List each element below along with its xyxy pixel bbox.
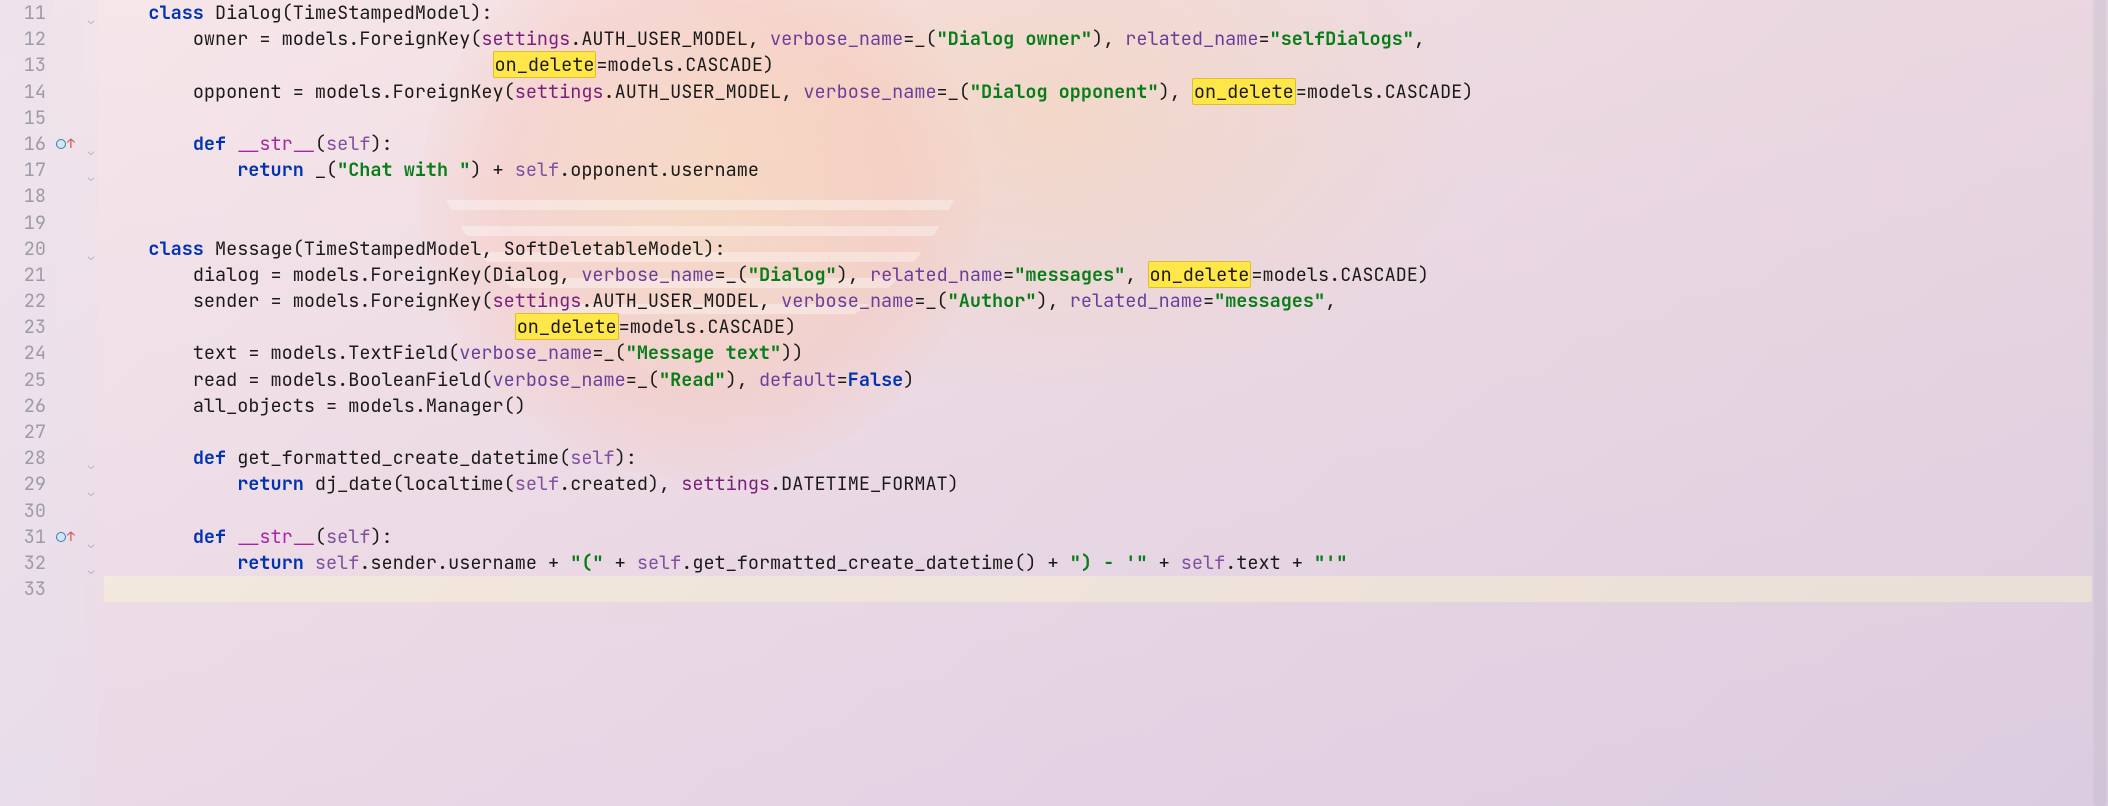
code-line[interactable]: return _("Chat with ") + self.opponent.u… — [104, 157, 2092, 183]
line-number: 30 — [0, 498, 46, 524]
line-number: 23 — [0, 314, 46, 340]
code-area[interactable]: class Dialog(TimeStampedModel): owner = … — [98, 0, 2092, 806]
code-editor[interactable]: 1112131415161718192021222324252627282930… — [0, 0, 2108, 806]
line-number: 33 — [0, 576, 46, 602]
fold-toggle-icon[interactable]: ⌄ — [86, 165, 96, 175]
override-marker-icon[interactable]: ↑ — [56, 135, 80, 153]
code-line[interactable]: on_delete=models.CASCADE) — [104, 52, 2092, 78]
code-line[interactable]: return self.sender.username + "(" + self… — [104, 550, 2092, 576]
code-line[interactable]: on_delete=models.CASCADE) — [104, 314, 2092, 340]
line-number-gutter[interactable]: 1112131415161718192021222324252627282930… — [0, 0, 54, 806]
line-number: 28 — [0, 445, 46, 471]
line-number: 17 — [0, 157, 46, 183]
fold-toggle-icon[interactable]: ⌄ — [86, 244, 96, 254]
code-line[interactable]: owner = models.ForeignKey(settings.AUTH_… — [104, 26, 2092, 52]
line-number: 12 — [0, 26, 46, 52]
code-line[interactable]: read = models.BooleanField(verbose_name=… — [104, 367, 2092, 393]
code-line[interactable]: def get_formatted_create_datetime(self): — [104, 445, 2092, 471]
code-line[interactable]: class Message(TimeStampedModel, SoftDele… — [104, 236, 2092, 262]
code-line[interactable]: def __str__(self): — [104, 524, 2092, 550]
fold-toggle-icon[interactable]: ⌄ — [86, 532, 96, 542]
code-line[interactable]: sender = models.ForeignKey(settings.AUTH… — [104, 288, 2092, 314]
code-line[interactable] — [104, 105, 2092, 131]
code-line[interactable]: return dj_date(localtime(self.created), … — [104, 471, 2092, 497]
line-number: 26 — [0, 393, 46, 419]
code-line[interactable]: def __str__(self): — [104, 131, 2092, 157]
line-number: 20 — [0, 236, 46, 262]
line-number: 15 — [0, 105, 46, 131]
line-number: 13 — [0, 52, 46, 78]
fold-toggle-icon[interactable]: ⌄ — [86, 558, 96, 568]
line-number: 14 — [0, 79, 46, 105]
line-number: 32 — [0, 550, 46, 576]
line-number: 22 — [0, 288, 46, 314]
vertical-scrollbar[interactable] — [2092, 0, 2108, 806]
line-number: 29 — [0, 471, 46, 497]
fold-toggle-icon[interactable]: ⌄ — [86, 453, 96, 463]
code-line[interactable]: opponent = models.ForeignKey(settings.AU… — [104, 79, 2092, 105]
line-number: 24 — [0, 340, 46, 366]
line-number: 16 — [0, 131, 46, 157]
code-line[interactable] — [104, 576, 2092, 602]
fold-toggle-icon[interactable]: ⌄ — [86, 8, 96, 18]
code-line[interactable]: dialog = models.ForeignKey(Dialog, verbo… — [104, 262, 2092, 288]
line-number: 27 — [0, 419, 46, 445]
search-highlight: on_delete — [1148, 261, 1252, 288]
line-number: 11 — [0, 0, 46, 26]
line-number: 21 — [0, 262, 46, 288]
fold-toggle-icon[interactable]: ⌄ — [86, 139, 96, 149]
override-marker-icon[interactable]: ↑ — [56, 528, 80, 546]
line-number: 19 — [0, 210, 46, 236]
line-number: 31 — [0, 524, 46, 550]
code-line[interactable]: all_objects = models.Manager() — [104, 393, 2092, 419]
code-line[interactable]: class Dialog(TimeStampedModel): — [104, 0, 2092, 26]
fold-toggle-icon[interactable]: ⌄ — [86, 480, 96, 490]
code-line[interactable] — [104, 498, 2092, 524]
search-highlight: on_delete — [493, 51, 597, 78]
marker-gutter[interactable]: ↑↑ — [54, 0, 84, 806]
line-number: 18 — [0, 183, 46, 209]
search-highlight: on_delete — [1192, 78, 1296, 105]
code-line[interactable] — [104, 419, 2092, 445]
scrollbar-thumb[interactable] — [2094, 0, 2106, 806]
search-highlight: on_delete — [515, 313, 619, 340]
line-number: 25 — [0, 367, 46, 393]
code-line[interactable] — [104, 183, 2092, 209]
fold-gutter[interactable]: ⌄ ⌄ ⌄ ⌄ ⌄ ⌄ ⌄ ⌄ — [84, 0, 98, 806]
code-line[interactable] — [104, 210, 2092, 236]
code-line[interactable]: text = models.TextField(verbose_name=_("… — [104, 340, 2092, 366]
